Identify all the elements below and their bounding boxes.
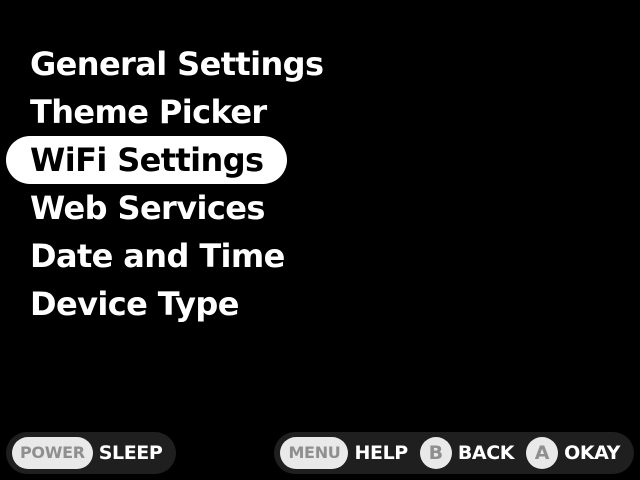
menu-item-web-services[interactable]: Web Services [6, 184, 406, 232]
back-hint[interactable]: B BACK [419, 437, 515, 469]
sleep-hint[interactable]: POWER SLEEP [12, 437, 163, 469]
menu-button-icon: MENU [280, 437, 349, 469]
help-hint[interactable]: MENU HELP [280, 437, 408, 469]
power-button-icon: POWER [12, 437, 93, 469]
menu-item-theme-picker[interactable]: Theme Picker [6, 88, 406, 136]
footer-right-hints: MENU HELP B BACK A OKAY [274, 432, 634, 474]
menu-item-general-settings[interactable]: General Settings [6, 40, 406, 88]
footer-left-hints: POWER SLEEP [6, 432, 177, 474]
menu-item-date-and-time[interactable]: Date and Time [6, 232, 406, 280]
sleep-label: SLEEP [98, 442, 163, 464]
a-button-icon: A [526, 437, 559, 469]
okay-label: OKAY [564, 442, 620, 464]
settings-menu: General Settings Theme Picker WiFi Setti… [6, 40, 406, 328]
okay-hint[interactable]: A OKAY [526, 437, 620, 469]
help-label: HELP [354, 442, 408, 464]
menu-item-wifi-settings[interactable]: WiFi Settings [6, 136, 288, 184]
menu-item-device-type[interactable]: Device Type [6, 280, 406, 328]
back-label: BACK [457, 442, 515, 464]
b-button-icon: B [419, 437, 452, 469]
